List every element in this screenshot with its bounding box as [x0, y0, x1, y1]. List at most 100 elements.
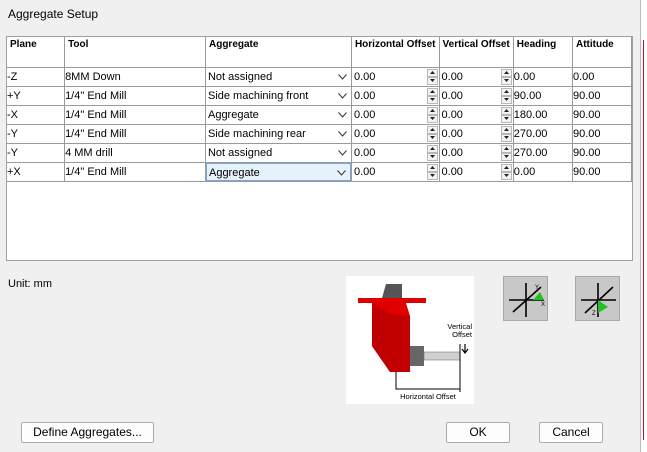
- heading-cell[interactable]: 270.00: [512, 142, 573, 163]
- vertical-offset-cell[interactable]: 0.00: [438, 66, 514, 87]
- aggregate-value: Aggregate: [208, 166, 260, 179]
- tool-holder: [410, 346, 424, 366]
- chevron-down-icon[interactable]: [335, 106, 351, 123]
- plane-cell: +Y: [7, 85, 66, 106]
- horizontal-offset-spinner[interactable]: 0.00: [352, 125, 438, 142]
- heading-cell[interactable]: 0.00: [512, 66, 573, 87]
- spin-down-icon[interactable]: [426, 133, 438, 142]
- vertical-offset-spinner[interactable]: 0.00: [440, 125, 512, 142]
- spin-up-icon[interactable]: [500, 144, 512, 153]
- vertical-offset-cell[interactable]: 0.00: [438, 142, 514, 163]
- spin-up-icon[interactable]: [500, 68, 512, 77]
- chevron-down-icon[interactable]: [335, 144, 351, 161]
- spin-up-icon[interactable]: [500, 87, 512, 96]
- table-row[interactable]: -Z 8MM Down Not assigned 0.00 0.00 0.00 0.00: [7, 66, 633, 87]
- aggregate-cell[interactable]: Aggregate: [204, 161, 352, 182]
- horizontal-offset-cell[interactable]: 0.00: [350, 161, 440, 182]
- horizontal-offset-cell[interactable]: 0.00: [350, 104, 440, 125]
- horizontal-offset-cell[interactable]: 0.00: [350, 142, 440, 163]
- table-row[interactable]: -Y 1/4" End Mill Side machining rear 0.00 0.…: [7, 123, 633, 144]
- table-row[interactable]: +X 1/4" End Mill Aggregate 0.00 0.00 0.00 90.0…: [7, 161, 633, 182]
- vertical-offset-spinner[interactable]: 0.00: [440, 144, 512, 161]
- chevron-down-icon[interactable]: [335, 125, 351, 142]
- aggregate-combobox[interactable]: Not assigned: [206, 144, 351, 161]
- attitude-cell[interactable]: 90.00: [571, 104, 633, 125]
- vertical-offset-spinner[interactable]: 0.00: [440, 106, 512, 123]
- horizontal-offset-spinner[interactable]: 0.00: [352, 144, 438, 161]
- spin-up-icon[interactable]: [426, 87, 438, 96]
- spin-up-icon[interactable]: [500, 106, 512, 115]
- tool-cell: 4 MM drill: [64, 142, 206, 163]
- attitude-cell[interactable]: 90.00: [571, 85, 633, 106]
- attitude-cell[interactable]: 90.00: [571, 123, 633, 144]
- aggregate-combobox[interactable]: Side machining front: [206, 87, 351, 104]
- vertical-offset-cell[interactable]: 0.00: [438, 123, 514, 144]
- horizontal-offset-spinner[interactable]: 0.00: [352, 163, 438, 180]
- spin-up-icon[interactable]: [426, 106, 438, 115]
- vertical-offset-spinner[interactable]: 0.00: [440, 163, 512, 180]
- spin-up-icon[interactable]: [426, 125, 438, 134]
- vertical-offset-spinner[interactable]: 0.00: [440, 68, 512, 85]
- spin-down-icon[interactable]: [500, 152, 512, 161]
- aggregate-shade: [390, 314, 410, 372]
- table-row[interactable]: +Y 1/4" End Mill Side machining front 0.00 0…: [7, 85, 633, 106]
- aggregate-combobox[interactable]: Aggregate: [206, 106, 351, 123]
- aggregate-combobox[interactable]: Side machining rear: [206, 125, 351, 142]
- axis-xy-icon: Y X: [509, 283, 545, 317]
- vertical-offset-cell[interactable]: 0.00: [438, 85, 514, 106]
- spin-up-icon[interactable]: [426, 163, 438, 172]
- spin-up-icon[interactable]: [500, 125, 512, 134]
- heading-cell[interactable]: 90.00: [512, 85, 573, 106]
- spin-up-icon[interactable]: [426, 68, 438, 77]
- heading-cell[interactable]: 180.00: [512, 104, 573, 125]
- aggregate-cell[interactable]: Aggregate: [204, 104, 352, 125]
- aggregate-combobox[interactable]: Aggregate: [206, 163, 351, 181]
- spin-down-icon[interactable]: [426, 95, 438, 104]
- axis-xy-button[interactable]: Y X: [503, 276, 548, 321]
- spin-down-icon[interactable]: [500, 95, 512, 104]
- horizontal-offset-spinner[interactable]: 0.00: [352, 68, 438, 85]
- aggregate-value: Side machining front: [207, 89, 309, 102]
- spin-down-icon[interactable]: [500, 171, 512, 180]
- aggregate-cell[interactable]: Side machining front: [204, 85, 352, 106]
- cancel-button[interactable]: Cancel: [539, 422, 603, 443]
- spin-down-icon[interactable]: [426, 114, 438, 123]
- aggregate-cell[interactable]: Not assigned: [204, 142, 352, 163]
- horizontal-offset-cell[interactable]: 0.00: [350, 85, 440, 106]
- horizontal-offset-spinner[interactable]: 0.00: [352, 106, 438, 123]
- chevron-down-icon[interactable]: [335, 68, 351, 85]
- tool-cell: 1/4" End Mill: [64, 123, 206, 144]
- chevron-down-icon[interactable]: [334, 164, 350, 181]
- heading-cell[interactable]: 0.00: [512, 161, 573, 182]
- window-edge: [641, 0, 647, 452]
- spin-up-icon[interactable]: [426, 144, 438, 153]
- ok-button[interactable]: OK: [446, 422, 510, 443]
- horizontal-offset-spinner[interactable]: 0.00: [352, 87, 438, 104]
- horizontal-offset-cell[interactable]: 0.00: [350, 66, 440, 87]
- aggregate-cell[interactable]: Not assigned: [204, 66, 352, 87]
- axis-z-button[interactable]: Z: [575, 276, 620, 321]
- table-row[interactable]: -Y 4 MM drill Not assigned 0.00 0.00 270.00 90…: [7, 142, 633, 163]
- spin-down-icon[interactable]: [500, 114, 512, 123]
- attitude-cell[interactable]: 90.00: [571, 161, 633, 182]
- spin-down-icon[interactable]: [426, 171, 438, 180]
- attitude-cell[interactable]: 0.00: [571, 66, 633, 87]
- table-row[interactable]: -X 1/4" End Mill Aggregate 0.00 0.00 180.00 90…: [7, 104, 633, 125]
- vertical-offset-spinner[interactable]: 0.00: [440, 87, 512, 104]
- define-aggregates-button[interactable]: Define Aggregates...: [21, 422, 154, 443]
- spin-down-icon[interactable]: [500, 133, 512, 142]
- aggregate-cell[interactable]: Side machining rear: [204, 123, 352, 144]
- vertical-offset-cell[interactable]: 0.00: [438, 104, 514, 125]
- spin-down-icon[interactable]: [500, 76, 512, 85]
- unit-label: Unit: mm: [8, 278, 52, 290]
- spin-down-icon[interactable]: [426, 76, 438, 85]
- spin-up-icon[interactable]: [500, 163, 512, 172]
- spin-down-icon[interactable]: [426, 152, 438, 161]
- heading-cell[interactable]: 270.00: [512, 123, 573, 144]
- chevron-down-icon[interactable]: [335, 87, 351, 104]
- vertical-offset-value: 0.00: [441, 89, 463, 102]
- horizontal-offset-cell[interactable]: 0.00: [350, 123, 440, 144]
- aggregate-combobox[interactable]: Not assigned: [206, 68, 351, 85]
- vertical-offset-cell[interactable]: 0.00: [438, 161, 514, 182]
- attitude-cell[interactable]: 90.00: [571, 142, 633, 163]
